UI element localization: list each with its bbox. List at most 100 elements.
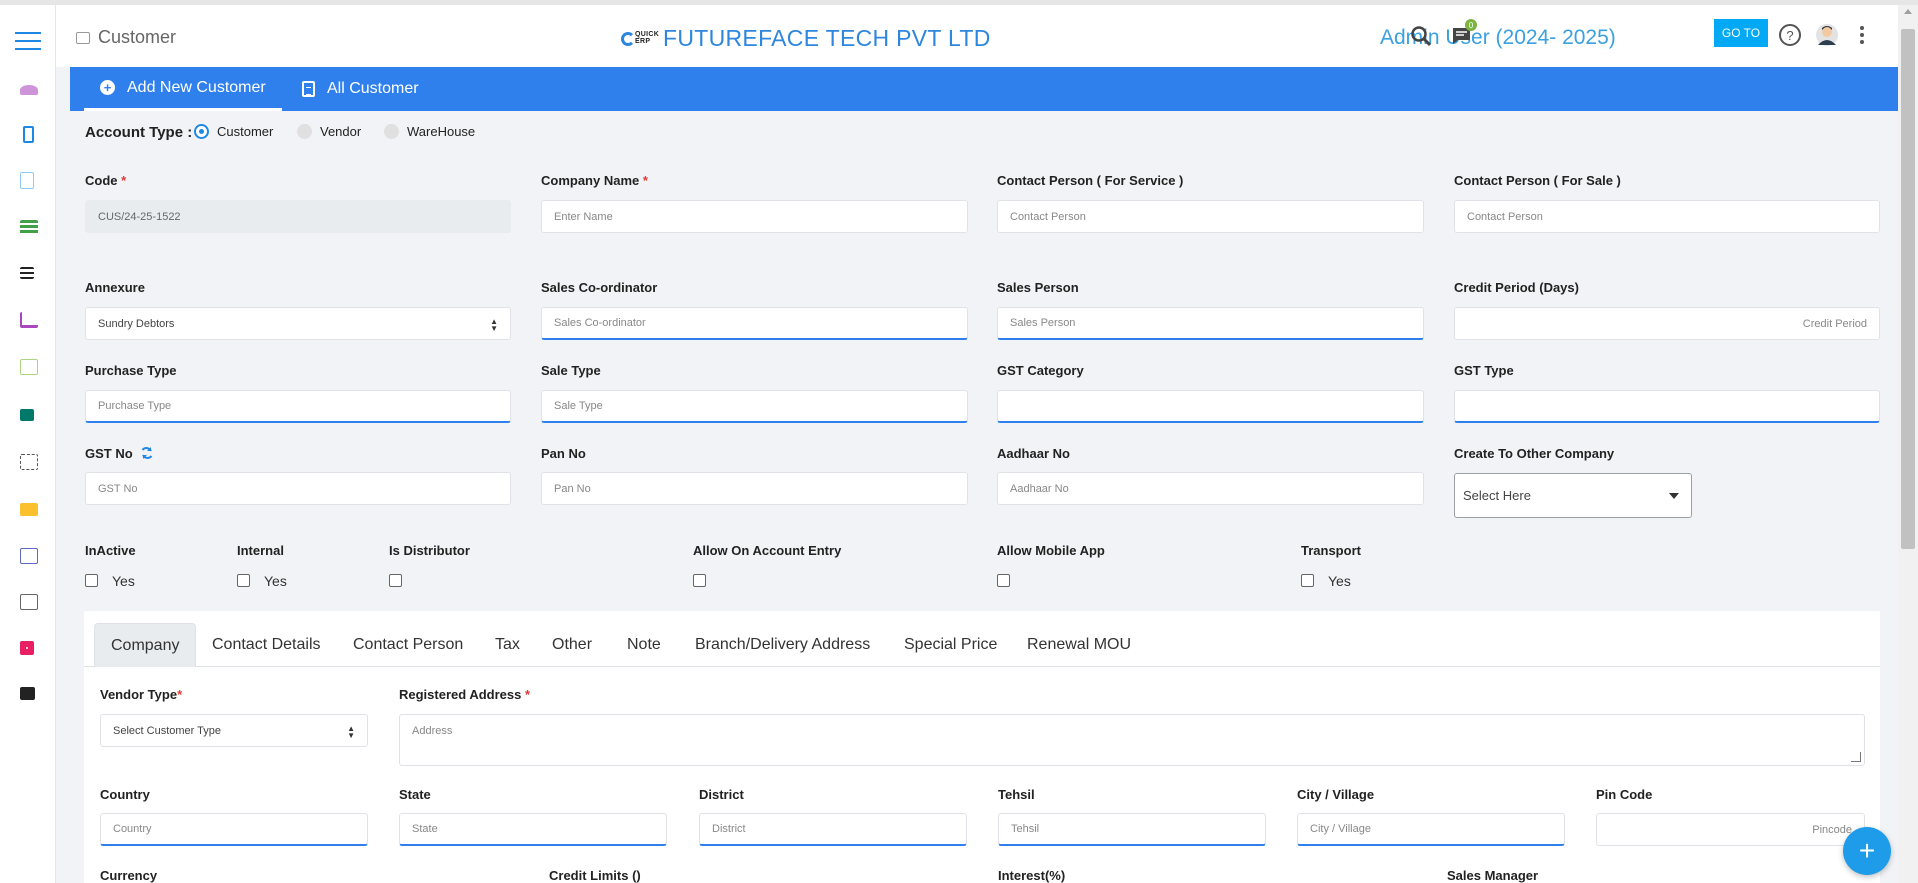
sidebar-item-mobile-icon[interactable] [23, 126, 34, 143]
tab-add-new-customer[interactable]: + Add New Customer [84, 67, 282, 111]
inactive-label: InActive [85, 543, 136, 558]
tehsil-input[interactable]: Tehsil [998, 813, 1266, 846]
gst-type-label: GST Type [1454, 363, 1514, 378]
plus-circle-icon: + [100, 80, 115, 95]
sidebar-item-print-icon[interactable] [20, 594, 38, 610]
select-arrows-icon: ▲ ▼ [347, 724, 355, 740]
other-company-select[interactable]: Select Here [1454, 473, 1692, 518]
pin-input[interactable]: Pincode [1596, 813, 1865, 846]
tab-contact-person[interactable]: Contact Person [353, 623, 463, 667]
sidebar-item-report-icon[interactable] [20, 548, 38, 564]
sidebar-item-store-icon[interactable] [20, 409, 34, 421]
tab-note[interactable]: Note [627, 623, 661, 667]
tab-contact-details[interactable]: Contact Details [212, 623, 321, 667]
gst-type-input[interactable] [1454, 390, 1880, 423]
radio-warehouse[interactable]: WareHouse [384, 124, 475, 139]
district-input[interactable]: District [699, 813, 967, 846]
search-icon[interactable] [1410, 25, 1432, 52]
internal-yes: Yes [264, 573, 287, 589]
internal-checkbox[interactable] [237, 574, 250, 587]
code-label: Code * [85, 173, 127, 188]
add-fab-button[interactable]: + [1843, 827, 1891, 875]
more-icon[interactable] [1859, 25, 1865, 50]
tab-special-price[interactable]: Special Price [904, 623, 997, 667]
gst-category-input[interactable] [997, 390, 1424, 423]
sales-person-input[interactable]: Sales Person [997, 307, 1424, 340]
credit-period-input[interactable]: Credit Period [1454, 307, 1880, 340]
transport-checkbox[interactable] [1301, 574, 1314, 587]
menu-icon[interactable] [15, 32, 41, 52]
address-label: Registered Address * [399, 687, 531, 702]
chat-icon[interactable]: 0 [1451, 19, 1477, 52]
select-arrows-icon: ▲ ▼ [490, 317, 498, 333]
vertical-scrollbar[interactable] [1898, 5, 1918, 883]
account-entry-checkbox[interactable] [693, 574, 706, 587]
sidebar-item-money-icon[interactable] [20, 503, 38, 516]
radio-vendor[interactable]: Vendor [297, 124, 361, 139]
pin-label: Pin Code [1596, 787, 1653, 802]
distributor-label: Is Distributor [389, 543, 470, 558]
contact-service-label: Contact Person ( For Service ) [997, 173, 1184, 188]
credit-period-label: Credit Period (Days) [1454, 280, 1579, 295]
sidebar-item-building-icon[interactable] [20, 359, 38, 375]
goto-button[interactable]: GO TO [1714, 19, 1768, 47]
purchase-type-input[interactable]: Purchase Type [85, 390, 511, 423]
sidebar-item-chart-icon[interactable] [20, 312, 38, 328]
transport-label: Transport [1301, 543, 1361, 558]
avatar[interactable] [1815, 23, 1839, 52]
sidebar-item-apps-icon[interactable] [20, 641, 34, 655]
distributor-checkbox[interactable] [389, 574, 402, 587]
state-label: State [399, 787, 431, 802]
mobile-app-checkbox[interactable] [997, 574, 1010, 587]
tab-renewal-mou[interactable]: Renewal MOU [1027, 623, 1131, 667]
inactive-checkbox[interactable] [85, 574, 98, 587]
sidebar-item-transfer-icon[interactable] [20, 454, 38, 470]
company-name-label: Company Name * [541, 173, 648, 188]
annexure-select[interactable]: Sundry Debtors ▲ ▼ [85, 307, 511, 340]
customer-icon [76, 31, 90, 44]
tab-branch-delivery[interactable]: Branch/Delivery Address [695, 623, 870, 667]
tab-tax[interactable]: Tax [495, 623, 520, 667]
aadhaar-input[interactable]: Aadhaar No [997, 472, 1424, 505]
aadhaar-label: Aadhaar No [997, 446, 1070, 461]
refresh-icon[interactable] [140, 446, 154, 463]
tab-company[interactable]: Company [94, 623, 197, 667]
state-input[interactable]: State [399, 813, 667, 846]
sales-coord-input[interactable]: Sales Co-ordinator [541, 307, 968, 340]
interest-label: Interest(%) [998, 868, 1066, 883]
detail-panel: Company Contact Details Contact Person T… [84, 611, 1880, 883]
sale-type-label: Sale Type [541, 363, 601, 378]
gst-no-input[interactable]: GST No [85, 472, 511, 505]
account-entry-label: Allow On Account Entry [693, 543, 842, 558]
sale-type-input[interactable]: Sale Type [541, 390, 968, 423]
sidebar-item-message-icon[interactable] [20, 687, 35, 700]
sidebar-item-list-icon[interactable] [20, 267, 34, 279]
sales-person-label: Sales Person [997, 280, 1079, 295]
resize-handle[interactable] [1851, 752, 1861, 762]
city-input[interactable]: City / Village [1297, 813, 1565, 846]
radio-customer[interactable]: Customer [194, 124, 273, 139]
scrollbar-thumb[interactable] [1901, 29, 1915, 549]
tab-all-customer[interactable]: All Customer [286, 67, 435, 111]
sidebar-item-ledger-icon[interactable] [20, 220, 38, 235]
vendor-type-select[interactable]: Select Customer Type ▲ ▼ [100, 714, 368, 747]
company-brand: QUICK ERP FUTUREFACE TECH PVT LTD [621, 25, 991, 52]
company-name: FUTUREFACE TECH PVT LTD [663, 25, 991, 51]
sidebar-item-copy-icon[interactable] [20, 172, 34, 189]
page-title: Customer [76, 27, 176, 48]
other-company-label: Create To Other Company [1454, 446, 1615, 461]
tab-other[interactable]: Other [552, 623, 592, 667]
customer-tabbar: + Add New Customer All Customer [70, 67, 1898, 111]
help-icon[interactable]: ? [1778, 23, 1802, 52]
transport-yes: Yes [1328, 573, 1351, 589]
sidebar-item-home-icon[interactable] [20, 85, 38, 95]
company-name-input[interactable]: Enter Name [541, 200, 968, 233]
contact-service-input[interactable]: Contact Person [997, 200, 1424, 233]
code-field: CUS/24-25-1522 [85, 200, 511, 233]
company-logo: QUICK ERP [621, 30, 659, 48]
contact-sale-input[interactable]: Contact Person [1454, 200, 1880, 233]
address-textarea[interactable]: Address [399, 714, 1865, 766]
country-input[interactable]: Country [100, 813, 368, 846]
pan-input[interactable]: Pan No [541, 472, 968, 505]
gst-category-label: GST Category [997, 363, 1084, 378]
